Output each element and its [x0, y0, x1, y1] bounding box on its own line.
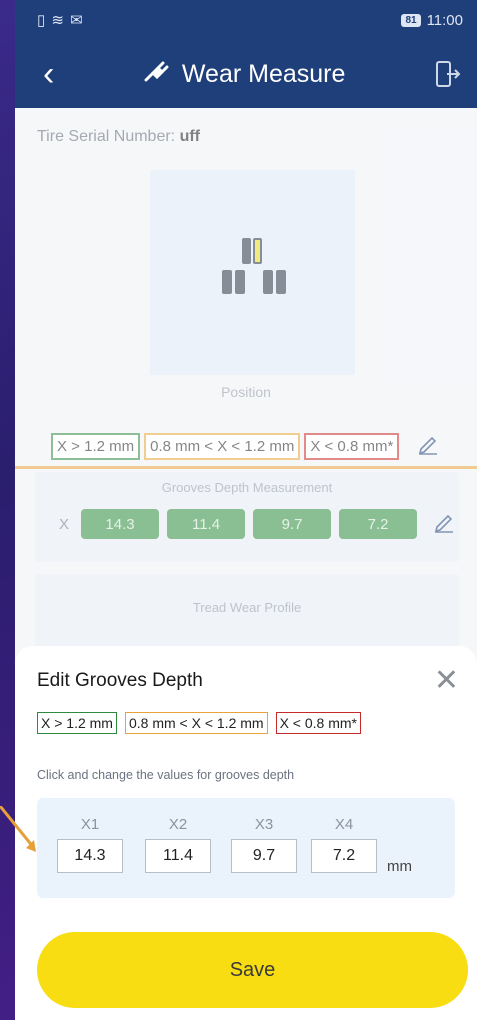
groove-input-field[interactable]: 7.2 [311, 839, 377, 873]
save-button[interactable]: Save [37, 932, 468, 1008]
groove-input-label: X3 [254, 816, 274, 833]
groove-input-x2: X2 11.4 [145, 816, 211, 873]
edit-grooves-sheet: Edit Grooves Depth ✕ X > 1.2 mm 0.8 mm <… [15, 646, 477, 1020]
page-title: Wear Measure [181, 59, 346, 88]
groove-input-field[interactable]: 11.4 [145, 839, 211, 873]
legend-red: X < 0.8 mm* [275, 712, 361, 734]
groove-input-x4: X4 7.2 [311, 816, 377, 873]
groove-input-x1: X1 14.3 [57, 816, 123, 873]
pointer-arrow-icon [0, 806, 36, 852]
app-title: Wear Measure [144, 59, 346, 89]
battery-icon: 81 [401, 13, 421, 27]
sheet-legend: X > 1.2 mm 0.8 mm < X < 1.2 mm X < 0.8 m… [37, 712, 455, 734]
content: Tire Serial Number: uff Position X > 1.2… [15, 108, 477, 1020]
status-bar: ▯ ≋ ✉ 81 11:00 [15, 0, 477, 40]
groove-inputs-panel: X1 14.3 X2 11.4 X3 9.7 X4 7.2 mm [37, 798, 455, 898]
status-right: 81 11:00 [401, 12, 463, 29]
groove-input-x3: X3 9.7 [231, 816, 297, 873]
groove-input-label: X2 [168, 816, 188, 833]
groove-input-field[interactable]: 14.3 [57, 839, 123, 873]
groove-input-label: X1 [80, 816, 100, 833]
plug-icon [144, 60, 170, 89]
status-icons: ▯ ≋ ✉ [37, 12, 84, 29]
groove-input-field[interactable]: 9.7 [231, 839, 297, 873]
sheet-header: Edit Grooves Depth ✕ [37, 646, 459, 696]
legend-orange: 0.8 mm < X < 1.2 mm [124, 712, 268, 734]
clock: 11:00 [426, 11, 463, 29]
phone-screen: ▯ ≋ ✉ 81 11:00 ‹ Wear Measure Tire Seria… [15, 0, 477, 1020]
chevron-left-icon[interactable]: ‹ [43, 57, 54, 91]
groove-input-label: X4 [334, 816, 354, 833]
close-icon[interactable]: ✕ [434, 666, 459, 696]
legend-green: X > 1.2 mm [37, 712, 117, 734]
sheet-hint: Click and change the values for grooves … [37, 768, 295, 782]
unit-label: mm [387, 858, 412, 875]
sheet-title: Edit Grooves Depth [37, 670, 203, 691]
exit-door-icon[interactable] [435, 60, 461, 88]
app-bar: ‹ Wear Measure [15, 40, 477, 108]
